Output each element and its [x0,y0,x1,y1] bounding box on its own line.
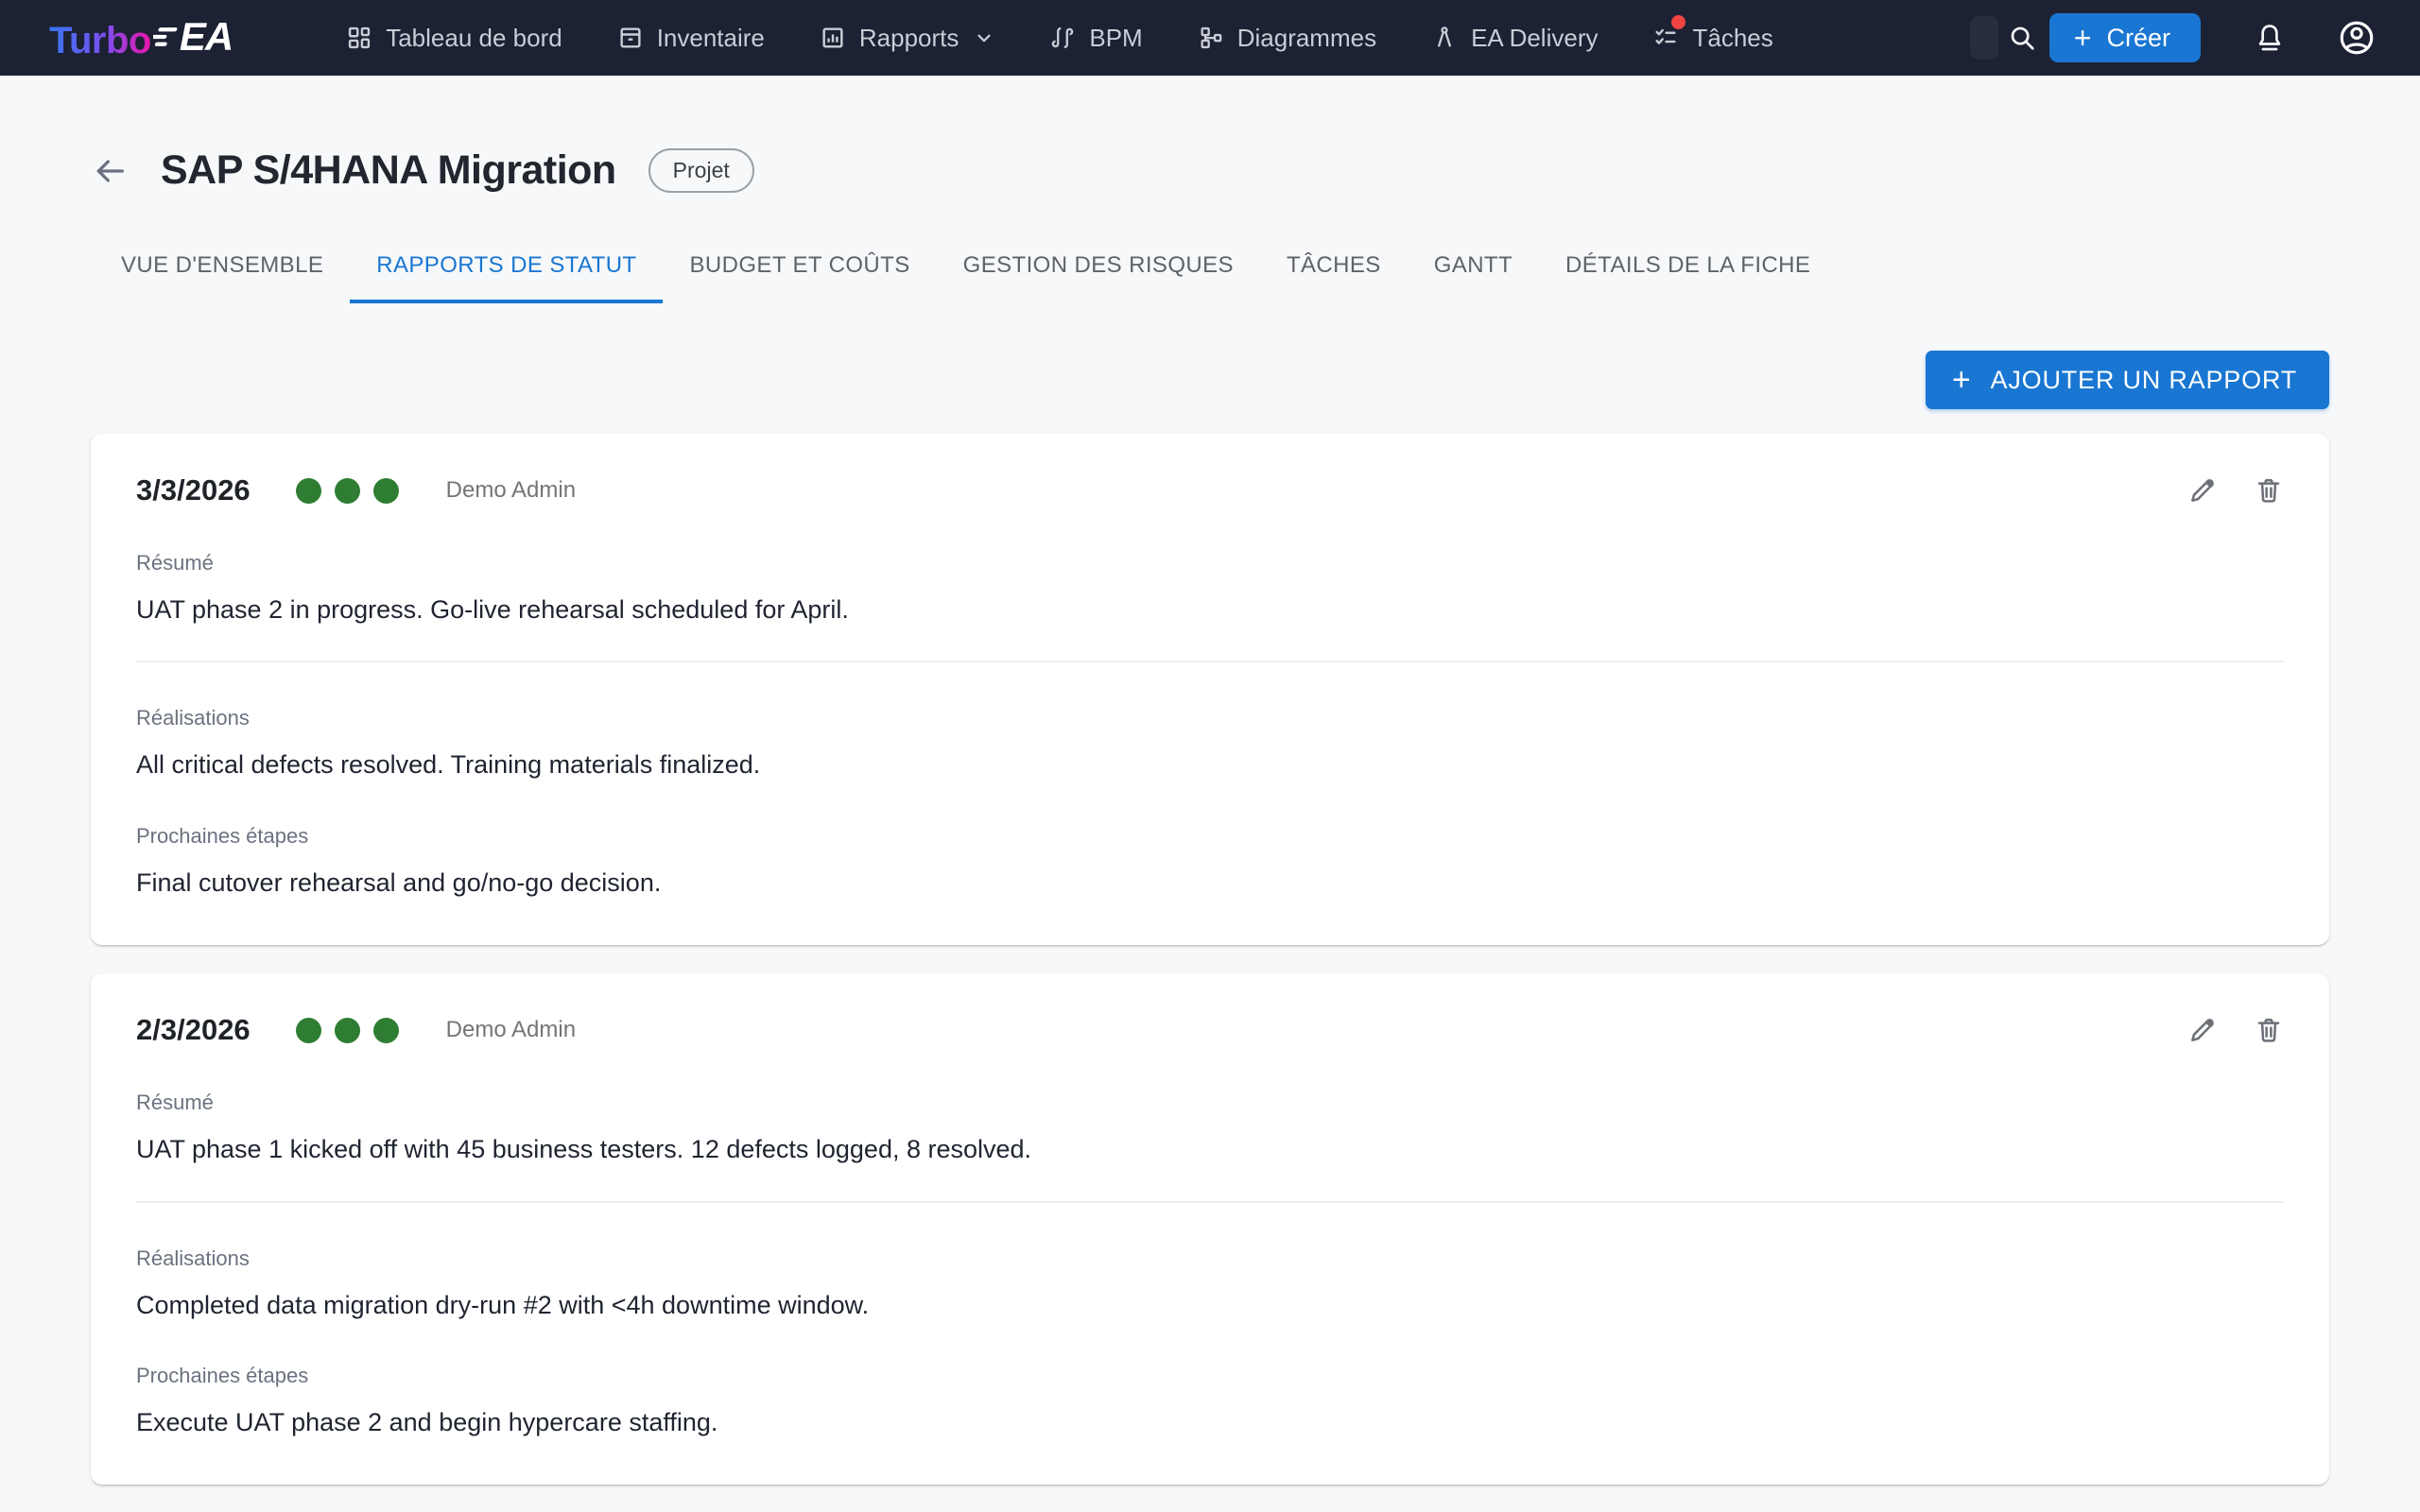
report-author: Demo Admin [446,477,576,504]
edit-pencil-icon[interactable] [2187,475,2218,506]
status-dot-green [373,478,399,504]
report-actions [2187,1015,2284,1045]
logo-ea-text: EA [180,14,233,60]
card-divider [136,661,2284,662]
report-date: 2/3/2026 [136,1013,251,1047]
tab-bar: VUE D'ENSEMBLE RAPPORTS DE STATUT BUDGET… [95,232,2329,303]
actions-row: + AJOUTER UN RAPPORT [91,351,2329,409]
search-icon[interactable] [2008,24,2036,52]
status-dots [296,1018,399,1043]
nav-item-tasks[interactable]: Tâches [1652,24,1772,53]
bpm-icon [1049,25,1076,51]
navbar-right: + Créer [1970,13,2377,62]
page-title: SAP S/4HANA Migration [161,147,616,194]
section-label-achievements: Réalisations [136,706,2284,730]
nav-item-dashboard[interactable]: Tableau de bord [346,24,562,53]
nav-label: Diagrammes [1237,24,1376,53]
top-navbar: Turbo EA Tableau de bord Inventaire [0,0,2420,76]
status-report-card: 2/3/2026 Demo Admin [91,973,2329,1485]
plus-icon: + [2074,23,2092,53]
nav-label: Tableau de bord [386,24,562,53]
add-report-label: AJOUTER UN RAPPORT [1991,366,2297,395]
nav-label: EA Delivery [1471,24,1598,53]
tab-risk-management[interactable]: GESTION DES RISQUES [937,232,1260,303]
section-text-summary: UAT phase 2 in progress. Go-live rehears… [136,594,2284,625]
nav-item-ea-delivery[interactable]: EA Delivery [1431,24,1598,53]
nav-label: Tâches [1692,24,1772,53]
plus-icon: + [1952,364,1972,396]
create-button-label: Créer [2106,24,2170,53]
dashboard-icon [346,25,372,51]
diagrams-icon [1198,25,1224,51]
page-header: SAP S/4HANA Migration Projet [91,147,2329,194]
report-actions [2187,475,2284,506]
nav-item-bpm[interactable]: BPM [1049,24,1142,53]
section-label-next-steps: Prochaines étapes [136,824,2284,849]
create-button[interactable]: + Créer [2049,13,2201,62]
account-avatar-icon[interactable] [2337,18,2377,58]
report-date: 3/3/2026 [136,473,251,507]
main-nav: Tableau de bord Inventaire Rapports BPM [346,24,1773,53]
project-type-badge: Projet [648,148,754,193]
logo-turbo-text: Turbo [49,20,151,62]
section-label-summary: Résumé [136,1091,2284,1115]
status-report-card: 3/3/2026 Demo Admin [91,434,2329,945]
nav-item-diagrams[interactable]: Diagrammes [1198,24,1376,53]
status-dot-green [296,478,321,504]
status-dot-green [335,478,360,504]
status-dot-green [373,1018,399,1043]
section-text-next-steps: Execute UAT phase 2 and begin hypercare … [136,1407,2284,1437]
search-input[interactable] [1970,16,1998,60]
delete-trash-icon[interactable] [2254,1015,2284,1045]
tab-record-details[interactable]: DÉTAILS DE LA FICHE [1539,232,1837,303]
section-text-summary: UAT phase 1 kicked off with 45 business … [136,1134,2284,1164]
section-label-achievements: Réalisations [136,1246,2284,1271]
tab-overview[interactable]: VUE D'ENSEMBLE [95,232,350,303]
section-label-next-steps: Prochaines étapes [136,1364,2284,1388]
status-dots [296,478,399,504]
nav-label: Rapports [859,24,959,53]
report-author: Demo Admin [446,1017,576,1043]
tab-tasks[interactable]: TÂCHES [1260,232,1408,303]
chevron-down-icon [974,27,994,48]
nav-label: BPM [1089,24,1142,53]
status-dot-green [335,1018,360,1043]
tab-gantt[interactable]: GANTT [1408,232,1539,303]
tab-budget-costs[interactable]: BUDGET ET COÛTS [663,232,936,303]
inventory-icon [617,25,644,51]
nav-item-reports[interactable]: Rapports [820,24,995,53]
edit-pencil-icon[interactable] [2187,1015,2218,1045]
delete-trash-icon[interactable] [2254,475,2284,506]
section-text-achievements: All critical defects resolved. Training … [136,749,2284,780]
nav-label: Inventaire [657,24,765,53]
page-content: SAP S/4HANA Migration Projet VUE D'ENSEM… [0,147,2420,1485]
card-divider [136,1201,2284,1203]
status-dot-green [296,1018,321,1043]
add-report-button[interactable]: + AJOUTER UN RAPPORT [1926,351,2329,409]
section-text-achievements: Completed data migration dry-run #2 with… [136,1290,2284,1320]
section-text-next-steps: Final cutover rehearsal and go/no-go dec… [136,868,2284,898]
tab-status-reports[interactable]: RAPPORTS DE STATUT [350,232,663,303]
app-logo[interactable]: Turbo EA [49,14,233,62]
reports-icon [820,25,846,51]
notifications-bell-icon[interactable] [2254,22,2286,54]
ea-delivery-icon [1431,25,1458,51]
report-header: 3/3/2026 Demo Admin [136,473,2284,507]
section-label-summary: Résumé [136,551,2284,576]
nav-item-inventory[interactable]: Inventaire [617,24,765,53]
notification-dot [1671,15,1685,29]
back-arrow-icon[interactable] [91,152,129,190]
report-header: 2/3/2026 Demo Admin [136,1013,2284,1047]
